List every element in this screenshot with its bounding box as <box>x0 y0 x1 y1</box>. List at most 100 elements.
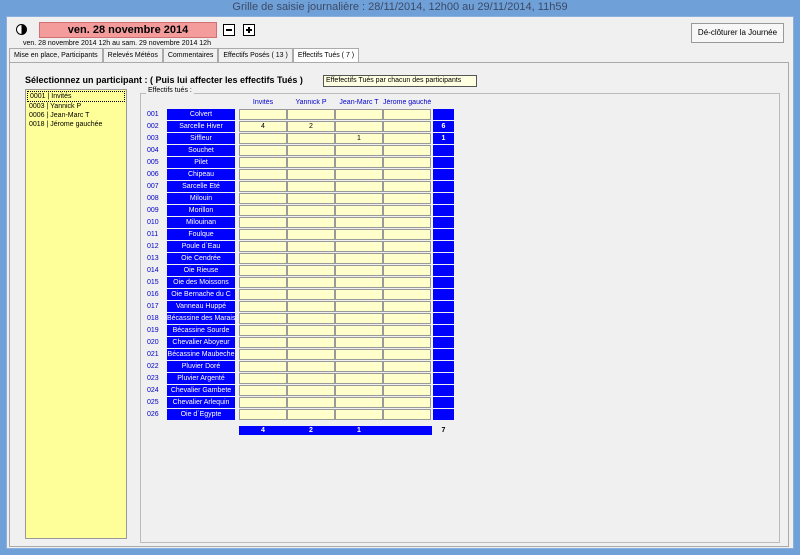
count-cell[interactable] <box>239 349 287 360</box>
count-cell[interactable] <box>335 373 383 384</box>
count-cell[interactable] <box>239 409 287 420</box>
count-cell[interactable] <box>383 193 431 204</box>
next-day-button[interactable] <box>243 24 255 36</box>
count-cell[interactable] <box>335 409 383 420</box>
count-cell[interactable] <box>335 181 383 192</box>
count-cell[interactable] <box>287 301 335 312</box>
count-cell[interactable] <box>383 313 431 324</box>
count-cell[interactable] <box>383 337 431 348</box>
count-cell[interactable] <box>383 325 431 336</box>
participant-list[interactable]: 0001 | Invités 0003 | Yannick P 0006 | J… <box>25 89 127 539</box>
count-cell[interactable] <box>335 349 383 360</box>
tab-setup[interactable]: Mise en place, Participants <box>9 48 103 62</box>
participant-item[interactable]: 0003 | Yannick P <box>27 102 125 111</box>
count-cell[interactable] <box>239 385 287 396</box>
count-cell[interactable] <box>383 241 431 252</box>
count-cell[interactable] <box>383 217 431 228</box>
count-cell[interactable] <box>239 241 287 252</box>
count-cell[interactable] <box>383 361 431 372</box>
count-cell[interactable] <box>383 373 431 384</box>
count-cell[interactable] <box>335 325 383 336</box>
count-cell[interactable] <box>383 301 431 312</box>
count-cell[interactable] <box>239 109 287 120</box>
count-cell[interactable] <box>287 361 335 372</box>
count-cell[interactable] <box>335 253 383 264</box>
count-cell[interactable] <box>383 385 431 396</box>
count-cell[interactable] <box>287 409 335 420</box>
count-cell[interactable] <box>287 133 335 144</box>
count-cell[interactable] <box>335 313 383 324</box>
count-cell[interactable] <box>383 109 431 120</box>
count-cell[interactable] <box>287 181 335 192</box>
count-cell[interactable] <box>287 169 335 180</box>
tab-weather[interactable]: Relevés Météos <box>102 48 163 62</box>
count-cell[interactable] <box>239 169 287 180</box>
count-cell[interactable] <box>239 337 287 348</box>
count-cell[interactable] <box>335 301 383 312</box>
count-cell[interactable] <box>383 205 431 216</box>
count-cell[interactable] <box>383 253 431 264</box>
count-cell[interactable] <box>287 157 335 168</box>
count-cell[interactable] <box>335 193 383 204</box>
previous-day-button[interactable] <box>223 24 235 36</box>
count-cell[interactable] <box>239 277 287 288</box>
count-cell[interactable] <box>383 229 431 240</box>
count-cell[interactable] <box>383 133 431 144</box>
count-cell[interactable] <box>287 193 335 204</box>
count-cell[interactable] <box>239 397 287 408</box>
count-cell[interactable] <box>287 397 335 408</box>
count-cell[interactable] <box>287 253 335 264</box>
count-cell[interactable] <box>335 205 383 216</box>
count-cell[interactable] <box>239 313 287 324</box>
count-cell[interactable] <box>239 289 287 300</box>
count-cell[interactable] <box>239 157 287 168</box>
count-cell[interactable] <box>239 229 287 240</box>
count-cell[interactable] <box>287 349 335 360</box>
tab-killed[interactable]: Effectifs Tués ( 7 ) <box>292 48 360 63</box>
count-cell[interactable]: 1 <box>335 133 383 144</box>
count-cell[interactable] <box>287 265 335 276</box>
tab-comments[interactable]: Commentaires <box>162 48 219 62</box>
count-cell[interactable] <box>239 181 287 192</box>
count-cell[interactable] <box>335 157 383 168</box>
count-cell[interactable] <box>335 169 383 180</box>
count-cell[interactable] <box>239 325 287 336</box>
count-cell[interactable] <box>383 409 431 420</box>
count-cell[interactable] <box>287 109 335 120</box>
count-cell[interactable] <box>383 397 431 408</box>
count-cell[interactable] <box>335 277 383 288</box>
count-cell[interactable] <box>239 265 287 276</box>
count-cell[interactable] <box>287 313 335 324</box>
count-cell[interactable] <box>239 373 287 384</box>
count-cell[interactable] <box>335 217 383 228</box>
participant-item[interactable]: 0018 | Jérome gauchée <box>27 120 125 129</box>
participant-item[interactable]: 0006 | Jean-Marc T <box>27 111 125 120</box>
count-cell[interactable] <box>383 265 431 276</box>
count-cell[interactable] <box>239 133 287 144</box>
count-cell[interactable] <box>287 385 335 396</box>
count-cell[interactable] <box>383 277 431 288</box>
count-cell[interactable] <box>239 205 287 216</box>
count-cell[interactable] <box>335 289 383 300</box>
count-cell[interactable] <box>335 265 383 276</box>
count-cell[interactable] <box>239 193 287 204</box>
count-cell[interactable] <box>239 145 287 156</box>
count-cell[interactable] <box>335 337 383 348</box>
tab-placed[interactable]: Effectifs Posés ( 13 ) <box>218 48 293 62</box>
count-cell[interactable] <box>287 277 335 288</box>
count-cell[interactable] <box>335 397 383 408</box>
count-cell[interactable] <box>287 337 335 348</box>
count-cell[interactable] <box>239 253 287 264</box>
count-cell[interactable]: 2 <box>287 121 335 132</box>
count-cell[interactable] <box>383 145 431 156</box>
count-cell[interactable] <box>383 157 431 168</box>
count-cell[interactable] <box>335 361 383 372</box>
unclose-day-button[interactable]: Dé-clôturer la Journée <box>691 23 784 43</box>
count-cell[interactable] <box>383 181 431 192</box>
count-cell[interactable] <box>383 169 431 180</box>
count-cell[interactable]: 4 <box>239 121 287 132</box>
count-cell[interactable] <box>239 217 287 228</box>
count-cell[interactable] <box>287 289 335 300</box>
count-cell[interactable] <box>287 325 335 336</box>
count-cell[interactable] <box>239 361 287 372</box>
